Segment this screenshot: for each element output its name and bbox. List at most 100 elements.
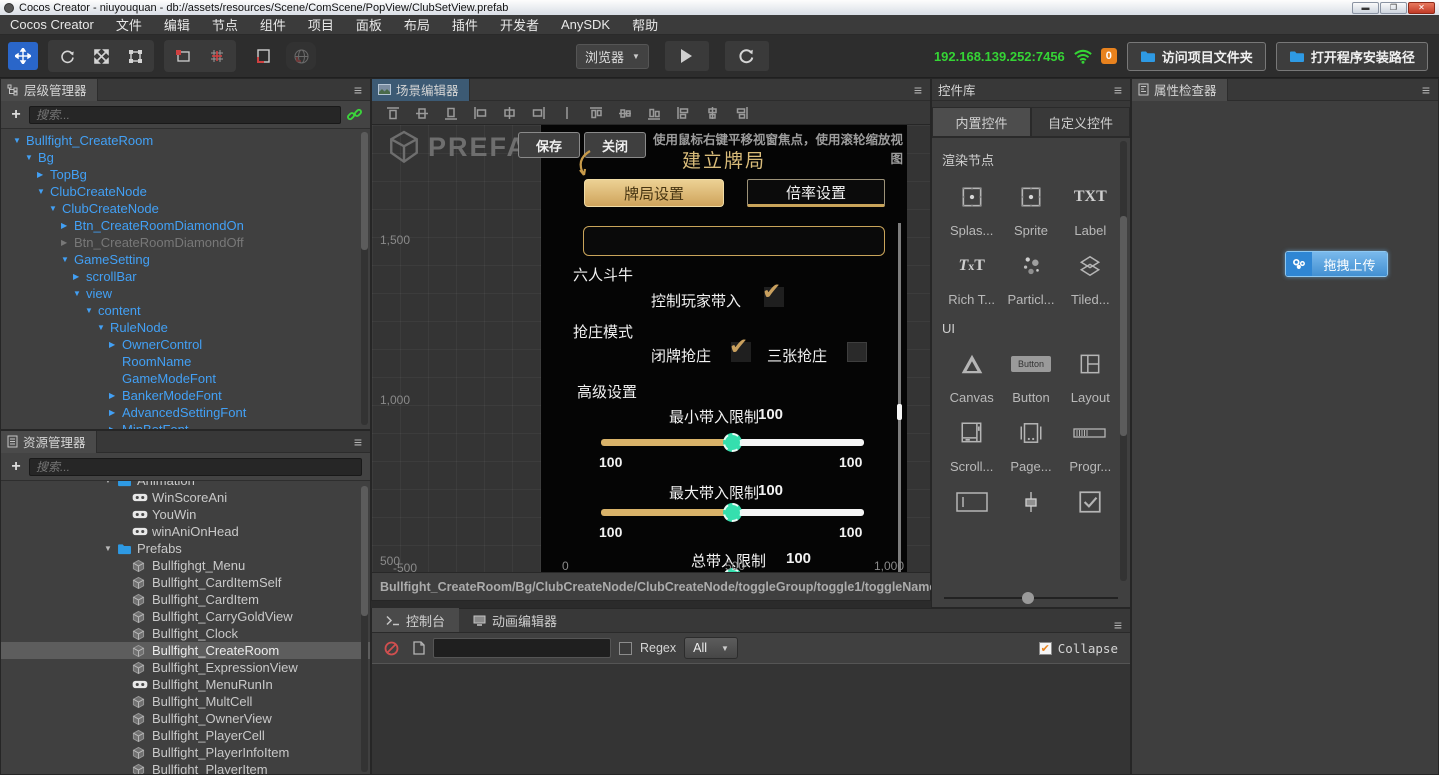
hierarchy-scrollbar[interactable] xyxy=(361,132,368,425)
expand-arrow-icon[interactable]: ▼ xyxy=(73,289,86,298)
dialog-scrollbar[interactable] xyxy=(897,223,902,572)
dialog-name-input[interactable] xyxy=(583,226,885,256)
prefab-save-button[interactable]: 保存 xyxy=(518,132,580,158)
widget-tiledmap[interactable]: Tiled... xyxy=(1061,248,1120,307)
collapse-arrow-icon[interactable]: ▶ xyxy=(109,408,122,417)
menu-item-0[interactable]: Cocos Creator xyxy=(8,17,104,32)
asset-item-Prefabs[interactable]: ▼ Prefabs xyxy=(1,540,370,557)
hierarchy-node-GameSetting[interactable]: ▼ GameSetting xyxy=(1,251,370,268)
min-buyin-slider-track[interactable] xyxy=(732,439,864,446)
distribute-vcenter-icon[interactable] xyxy=(618,106,632,120)
asset-item-Bullfight_PlayerCell[interactable]: Bullfight_PlayerCell xyxy=(1,727,370,744)
widget-button[interactable]: Button Button xyxy=(1001,346,1060,405)
scene-menu-icon[interactable]: ≡ xyxy=(914,83,922,97)
hierarchy-node-scrollBar[interactable]: ▶ scrollBar xyxy=(1,268,370,285)
hierarchy-menu-icon[interactable]: ≡ xyxy=(354,83,362,97)
align-vcenter-icon[interactable] xyxy=(415,106,429,120)
hierarchy-node-BankerModeFont[interactable]: ▶ BankerModeFont xyxy=(1,387,370,404)
scene-viewport[interactable]: PREFAB 保存 关闭 1,500 1,000 500 -500 0 500 … xyxy=(372,125,930,572)
hierarchy-node-GameModeFont[interactable]: GameModeFont xyxy=(1,370,370,387)
align-bottom-icon[interactable] xyxy=(444,106,458,120)
hierarchy-node-TopBg[interactable]: ▶ TopBg xyxy=(1,166,370,183)
widgets-tab-builtin[interactable]: 内置控件 xyxy=(932,107,1031,137)
align-left-icon[interactable] xyxy=(473,106,487,120)
collapse-arrow-icon[interactable]: ▶ xyxy=(109,340,122,349)
menu-item-4[interactable]: 组件 xyxy=(250,15,296,34)
expand-arrow-icon[interactable]: ▼ xyxy=(104,481,117,485)
widget-layout[interactable]: Layout xyxy=(1061,346,1120,405)
asset-item-Bullfight_CardItem[interactable]: Bullfight_CardItem xyxy=(1,591,370,608)
hierarchy-node-Bg[interactable]: ▼ Bg xyxy=(1,149,370,166)
collapse-arrow-icon[interactable]: ▶ xyxy=(61,221,74,230)
widget-pageview[interactable]: Page... xyxy=(1001,415,1060,474)
refresh-button[interactable] xyxy=(724,41,769,71)
open-project-folder-button[interactable]: 访问项目文件夹 xyxy=(1126,41,1266,71)
hierarchy-add-button[interactable]: + xyxy=(9,106,23,123)
hierarchy-node-RuleNode[interactable]: ▼ RuleNode xyxy=(1,319,370,336)
hierarchy-search-input[interactable] xyxy=(29,105,341,124)
widgets-zoom-slider[interactable] xyxy=(932,589,1130,607)
dialog-tab-rate-settings[interactable]: 倍率设置 xyxy=(747,179,885,207)
menu-item-6[interactable]: 面板 xyxy=(346,15,392,34)
hierarchy-node-MinBetFont[interactable]: ▶MinBetFont xyxy=(1,421,370,429)
menu-item-5[interactable]: 项目 xyxy=(298,15,344,34)
asset-item-YouWin[interactable]: YouWin xyxy=(1,506,370,523)
rotate-tool-button[interactable] xyxy=(52,42,82,70)
assets-menu-icon[interactable]: ≡ xyxy=(354,435,362,449)
control-buyin-checkbox[interactable]: ✔ xyxy=(762,278,784,307)
rect-tool-button[interactable] xyxy=(120,42,150,70)
widget-editbox[interactable] xyxy=(942,484,1001,543)
widget-label[interactable]: TXT Label xyxy=(1061,179,1120,238)
asset-item-Bullfight_CardItemSelf[interactable]: Bullfight_CardItemSelf xyxy=(1,574,370,591)
menu-item-10[interactable]: AnySDK xyxy=(551,17,620,32)
scene-panel-tab[interactable]: 场景编辑器 xyxy=(372,78,470,101)
distribute-bottom-icon[interactable] xyxy=(647,106,661,120)
widget-sprite[interactable]: Sprite xyxy=(1001,179,1060,238)
menu-item-11[interactable]: 帮助 xyxy=(622,15,668,34)
inspector-menu-icon[interactable]: ≡ xyxy=(1422,83,1430,97)
console-tab[interactable]: 控制台 xyxy=(372,608,460,632)
max-buyin-slider-knob[interactable] xyxy=(723,503,742,522)
widget-progressbar[interactable]: Progr... xyxy=(1061,415,1120,474)
asset-item-Bullfight_CarryGoldView[interactable]: Bullfight_CarryGoldView xyxy=(1,608,370,625)
hierarchy-node-ClubCreateNode[interactable]: ▼ ClubCreateNode xyxy=(1,200,370,217)
asset-item-Animation[interactable]: ▼ Animation xyxy=(1,481,370,489)
asset-item-Bullfight_MenuRunIn[interactable]: Bullfight_MenuRunIn xyxy=(1,676,370,693)
hierarchy-node-view[interactable]: ▼ view xyxy=(1,285,370,302)
asset-item-WinScoreAni[interactable]: WinScoreAni xyxy=(1,489,370,506)
max-buyin-slider-track[interactable] xyxy=(732,509,864,516)
animation-editor-tab[interactable]: 动画编辑器 xyxy=(459,608,571,632)
align-top-icon[interactable] xyxy=(386,106,400,120)
collapse-arrow-icon[interactable]: ▶ xyxy=(37,170,50,179)
asset-item-Bullfight_MultCell[interactable]: Bullfight_MultCell xyxy=(1,693,370,710)
expand-arrow-icon[interactable]: ▼ xyxy=(13,136,26,145)
max-buyin-slider-track-filled[interactable] xyxy=(601,509,732,516)
console-output[interactable] xyxy=(372,663,1130,774)
drag-upload-button[interactable]: 拖拽上传 xyxy=(1285,251,1388,277)
globe-gizmo-button[interactable] xyxy=(286,42,316,70)
collapse-arrow-icon[interactable]: ▶ xyxy=(109,425,122,429)
log-level-dropdown[interactable]: All ▼ xyxy=(684,637,738,659)
widget-canvas[interactable]: Canvas xyxy=(942,346,1001,405)
banker-opt2-checkbox[interactable] xyxy=(847,342,867,362)
hierarchy-node-OwnerControl[interactable]: ▶ OwnerControl xyxy=(1,336,370,353)
close-button[interactable]: ✕ xyxy=(1408,1,1435,14)
widgets-menu-icon[interactable]: ≡ xyxy=(1114,83,1122,97)
assets-add-button[interactable]: + xyxy=(9,458,23,475)
hierarchy-node-Btn_CreateRoomDiamondOff[interactable]: ▶ Btn_CreateRoomDiamondOff xyxy=(1,234,370,251)
expand-arrow-icon[interactable]: ▼ xyxy=(49,204,62,213)
anchor-grid-button[interactable] xyxy=(202,42,232,70)
widget-scrollview[interactable]: Scroll... xyxy=(942,415,1001,474)
widgets-scrollbar[interactable] xyxy=(1120,141,1127,581)
expand-arrow-icon[interactable]: ▼ xyxy=(97,323,110,332)
collapse-checkbox[interactable]: ✔ xyxy=(1038,641,1052,655)
move-tool-button[interactable] xyxy=(8,42,38,70)
widget-sprite[interactable]: Splas... xyxy=(942,179,1001,238)
hierarchy-panel-tab[interactable]: 层级管理器 xyxy=(1,78,98,101)
dialog-tab-game-settings[interactable]: 牌局设置 xyxy=(584,179,724,207)
banker-opt1-checkbox[interactable]: ✔ xyxy=(729,333,751,362)
asset-item-Bullfight_Clock[interactable]: Bullfight_Clock xyxy=(1,625,370,642)
asset-item-Bullfight_CreateRoom[interactable]: Bullfight_CreateRoom xyxy=(1,642,370,659)
error-count-badge[interactable]: 0 xyxy=(1100,48,1117,64)
zoom-slider-knob[interactable] xyxy=(1022,592,1035,604)
